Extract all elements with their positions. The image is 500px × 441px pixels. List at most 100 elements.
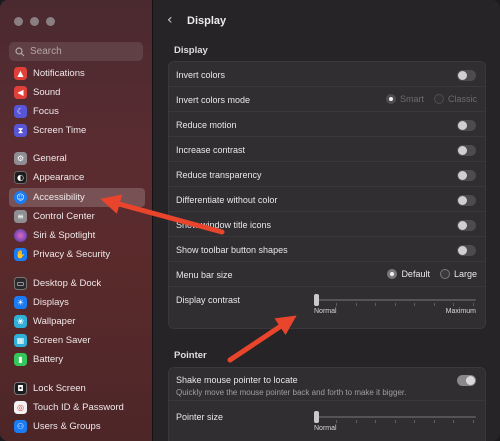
row-label: Invert colors <box>176 70 226 80</box>
users-icon: ⚇ <box>14 420 27 433</box>
sidebar-item-battery[interactable]: ▮ Battery <box>9 350 145 369</box>
row-label: Pointer size <box>176 412 224 422</box>
sidebar-item-general[interactable]: ⚙ General <box>9 149 145 168</box>
hourglass-icon: ⧗ <box>14 124 27 137</box>
sidebar-item-label: General <box>33 153 67 164</box>
moon-icon: ☾ <box>14 105 27 118</box>
invert-mode-radio-group: Smart Classic <box>385 94 477 104</box>
row-label: Differentiate without color <box>176 195 278 205</box>
sidebar-item-label: Screen Saver <box>33 335 91 346</box>
sidebar-item-desktop-dock[interactable]: ▭ Desktop & Dock <box>9 274 145 293</box>
display-contrast-slider[interactable]: Normal Maximum <box>314 293 476 315</box>
row-differentiate-without-color: Differentiate without color <box>169 187 485 212</box>
sidebar-item-label: Users & Groups <box>33 421 101 432</box>
search-input[interactable] <box>30 46 130 57</box>
sidebar-item-screen-saver[interactable]: ▦ Screen Saver <box>9 331 145 350</box>
menu-bar-size-radio-group: Default Large <box>387 269 477 279</box>
sidebar-item-users-groups[interactable]: ⚇ Users & Groups <box>9 417 145 436</box>
battery-icon: ▮ <box>14 353 27 366</box>
siri-icon <box>14 229 27 242</box>
row-menu-bar-size: Menu bar size Default Large <box>169 262 485 287</box>
radio-default[interactable]: Default <box>387 269 430 279</box>
back-chevron-icon[interactable]: ‹ <box>167 12 173 28</box>
slider-min-label: Normal <box>314 425 337 432</box>
sidebar-item-appearance[interactable]: ◐ Appearance <box>9 168 145 187</box>
appearance-icon: ◐ <box>14 171 27 184</box>
sidebar-item-screen-time[interactable]: ⧗ Screen Time <box>9 121 145 140</box>
sidebar-item-label: Focus <box>33 106 59 117</box>
sidebar-item-label: Siri & Spotlight <box>33 230 96 241</box>
window-controls <box>14 17 55 26</box>
sidebar-item-label: Sound <box>33 87 61 98</box>
show-window-title-icons-toggle[interactable] <box>457 220 476 231</box>
invert-colors-toggle[interactable] <box>457 70 476 81</box>
radio-classic[interactable]: Classic <box>433 94 477 104</box>
sidebar-item-displays[interactable]: ☀ Displays <box>9 293 145 312</box>
radio-smart[interactable]: Smart <box>385 94 424 104</box>
slider-thumb[interactable] <box>314 411 319 423</box>
minimize-window-button[interactable] <box>30 17 39 26</box>
zoom-window-button[interactable] <box>46 17 55 26</box>
reduce-transparency-toggle[interactable] <box>457 170 476 181</box>
gear-icon: ⚙ <box>14 152 27 165</box>
sidebar-item-label: Appearance <box>33 172 85 183</box>
differentiate-without-color-toggle[interactable] <box>457 195 476 206</box>
sidebar-item-lock-screen[interactable]: ◘ Lock Screen <box>9 379 145 398</box>
sidebar-item-accessibility[interactable]: ☺ Accessibility <box>9 188 145 207</box>
pointer-size-slider[interactable]: Normal <box>314 410 476 432</box>
hand-icon: ✋ <box>14 248 27 261</box>
speaker-icon: ◀ <box>14 86 27 99</box>
slider-max-label: Maximum <box>445 308 476 315</box>
row-reduce-transparency: Reduce transparency <box>169 162 485 187</box>
sidebar-item-label: Privacy & Security <box>33 249 111 260</box>
sidebar-item-sound[interactable]: ◀ Sound <box>9 83 145 102</box>
sidebar-item-siri-spotlight[interactable]: Siri & Spotlight <box>9 226 145 245</box>
row-invert-colors: Invert colors <box>169 62 485 87</box>
row-label: Reduce transparency <box>176 170 262 180</box>
row-reduce-motion: Reduce motion <box>169 112 485 137</box>
shake-pointer-description: Quickly move the mouse pointer back and … <box>176 388 407 397</box>
sidebar-item-label: Displays <box>33 297 69 308</box>
row-show-window-title-icons: Show window title icons <box>169 212 485 237</box>
sidebar-item-touch-id-password[interactable]: ◎ Touch ID & Password <box>9 398 145 417</box>
slider-min-label: Normal <box>314 308 337 315</box>
sidebar-item-privacy-security[interactable]: ✋ Privacy & Security <box>9 245 145 264</box>
fingerprint-icon: ◎ <box>14 401 27 414</box>
row-display-contrast: Display contrast Normal Maximum <box>169 287 485 329</box>
search-field[interactable] <box>9 42 143 61</box>
sidebar-item-label: Screen Time <box>33 125 87 136</box>
show-toolbar-button-shapes-toggle[interactable] <box>457 245 476 256</box>
row-label: Increase contrast <box>176 145 246 155</box>
row-label: Show toolbar button shapes <box>176 245 288 255</box>
bell-icon: ▲ <box>14 67 27 80</box>
display-settings-group: Invert colors Invert colors mode Smart C… <box>168 61 486 329</box>
section-heading-display: Display <box>174 45 208 56</box>
sidebar-item-label: Touch ID & Password <box>33 402 124 413</box>
sidebar-item-focus[interactable]: ☾ Focus <box>9 102 145 121</box>
reduce-motion-toggle[interactable] <box>457 120 476 131</box>
row-invert-colors-mode: Invert colors mode Smart Classic <box>169 87 485 112</box>
row-label: Menu bar size <box>176 270 233 280</box>
row-label: Reduce motion <box>176 120 237 130</box>
main-pane: ‹ Display Display Invert colors Invert c… <box>152 0 500 441</box>
slider-thumb[interactable] <box>314 294 319 306</box>
sidebar-item-notifications[interactable]: ▲ Notifications <box>9 64 145 83</box>
row-label: Display contrast <box>176 295 241 305</box>
sidebar-item-label: Lock Screen <box>33 383 86 394</box>
radio-large[interactable]: Large <box>439 269 477 279</box>
close-window-button[interactable] <box>14 17 23 26</box>
shake-pointer-toggle[interactable] <box>457 375 476 386</box>
lock-icon: ◘ <box>14 382 27 395</box>
increase-contrast-toggle[interactable] <box>457 145 476 156</box>
row-show-toolbar-button-shapes: Show toolbar button shapes <box>169 237 485 262</box>
sidebar-item-label: Control Center <box>33 211 95 222</box>
pointer-settings-group: Shake mouse pointer to locate Quickly mo… <box>168 367 486 441</box>
sidebar-item-label: Battery <box>33 354 64 365</box>
sidebar-item-label: Wallpaper <box>33 316 76 327</box>
screen-saver-icon: ▦ <box>14 334 27 347</box>
sidebar-item-control-center[interactable]: ≡ Control Center <box>9 207 145 226</box>
sidebar-item-label: Desktop & Dock <box>33 278 102 289</box>
sidebar-item-wallpaper[interactable]: ❀ Wallpaper <box>9 312 145 331</box>
row-label: Invert colors mode <box>176 95 251 105</box>
search-icon <box>15 46 25 56</box>
